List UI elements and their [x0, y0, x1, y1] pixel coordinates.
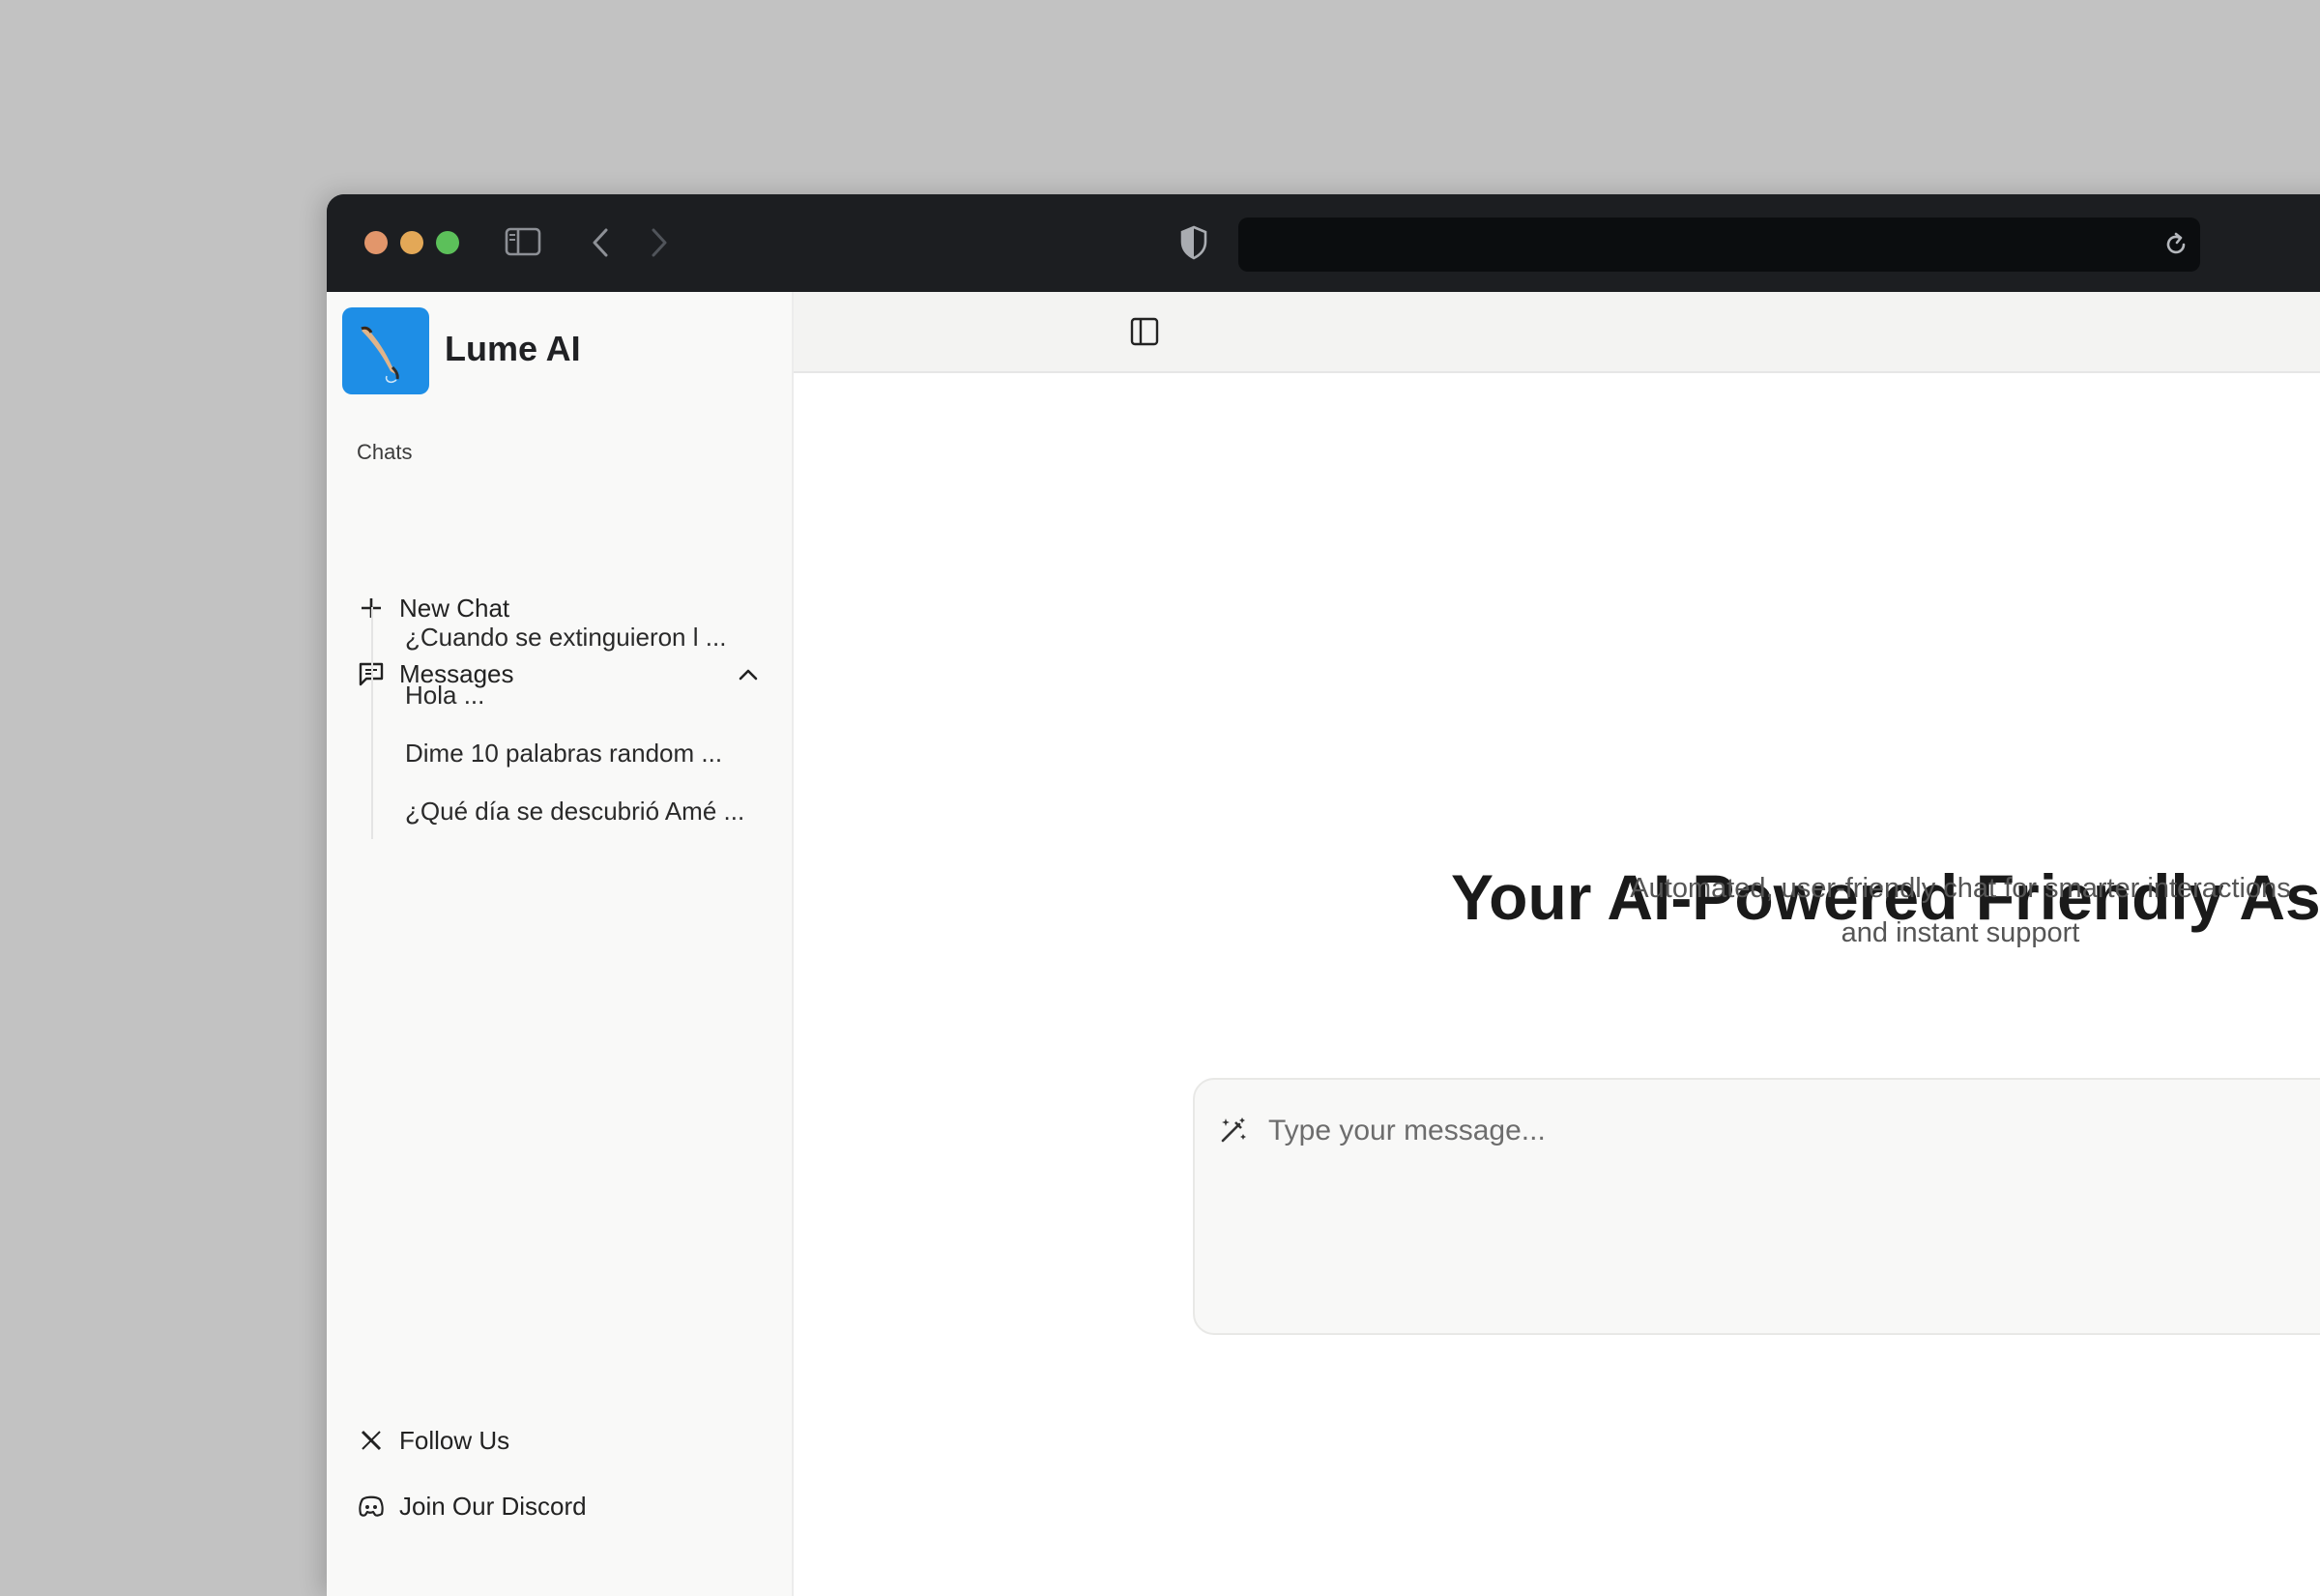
address-bar[interactable]: [1238, 218, 2200, 272]
join-discord-label: Join Our Discord: [399, 1491, 587, 1521]
message-item[interactable]: Dime 10 palabras random ...: [405, 739, 722, 769]
follow-us-link[interactable]: Follow Us: [357, 1421, 509, 1460]
shield-icon[interactable]: [1179, 225, 1208, 265]
chat-composer[interactable]: [1193, 1078, 2320, 1335]
chats-section-label: Chats: [357, 440, 413, 464]
magic-wand-icon: [1218, 1115, 1249, 1150]
new-chat-button[interactable]: New Chat: [357, 589, 509, 627]
message-input[interactable]: [1266, 1105, 2320, 1157]
message-item[interactable]: ¿Cuando se extinguieron l ...: [405, 623, 726, 653]
hero-subtitle-line: Automated, user-friendly chat for smarte…: [1630, 873, 2291, 904]
sidebar-toggle-icon[interactable]: [505, 227, 541, 261]
sidebar: Lume AI Chats New Chat Messages ¿Cuando …: [327, 292, 794, 1596]
message-item[interactable]: ¿Qué día se descubrió Amé ...: [405, 797, 744, 827]
messages-list: ¿Cuando se extinguieron l ... Hola ... D…: [371, 607, 744, 839]
hero-subtitle-line: and instant support: [1841, 917, 2080, 948]
panel-toggle-icon[interactable]: [1130, 317, 1159, 351]
browser-toolbar: [327, 194, 2320, 292]
message-item[interactable]: Hola ...: [405, 681, 484, 711]
main-header: [794, 292, 2320, 373]
hero-subtitle: Automated, user-friendly chat for smarte…: [1608, 866, 2313, 955]
browser-window: Lume AI Chats New Chat Messages ¿Cuando …: [327, 194, 2320, 1596]
zoom-window-button[interactable]: [436, 231, 459, 254]
join-discord-link[interactable]: Join Our Discord: [357, 1487, 587, 1525]
close-window-button[interactable]: [364, 231, 388, 254]
minimize-window-button[interactable]: [400, 231, 423, 254]
x-logo-icon: [357, 1426, 386, 1455]
back-arrow-icon[interactable]: [590, 227, 611, 263]
discord-icon: [357, 1492, 386, 1521]
app-name: Lume AI: [445, 329, 581, 368]
follow-us-label: Follow Us: [399, 1425, 510, 1455]
new-chat-label: New Chat: [399, 593, 510, 623]
chevron-up-icon[interactable]: [738, 662, 759, 692]
page-content: Lume AI Chats New Chat Messages ¿Cuando …: [327, 292, 2320, 1596]
reload-icon[interactable]: [2162, 231, 2190, 263]
app-logo: [342, 307, 429, 394]
forward-arrow-icon[interactable]: [649, 227, 670, 263]
